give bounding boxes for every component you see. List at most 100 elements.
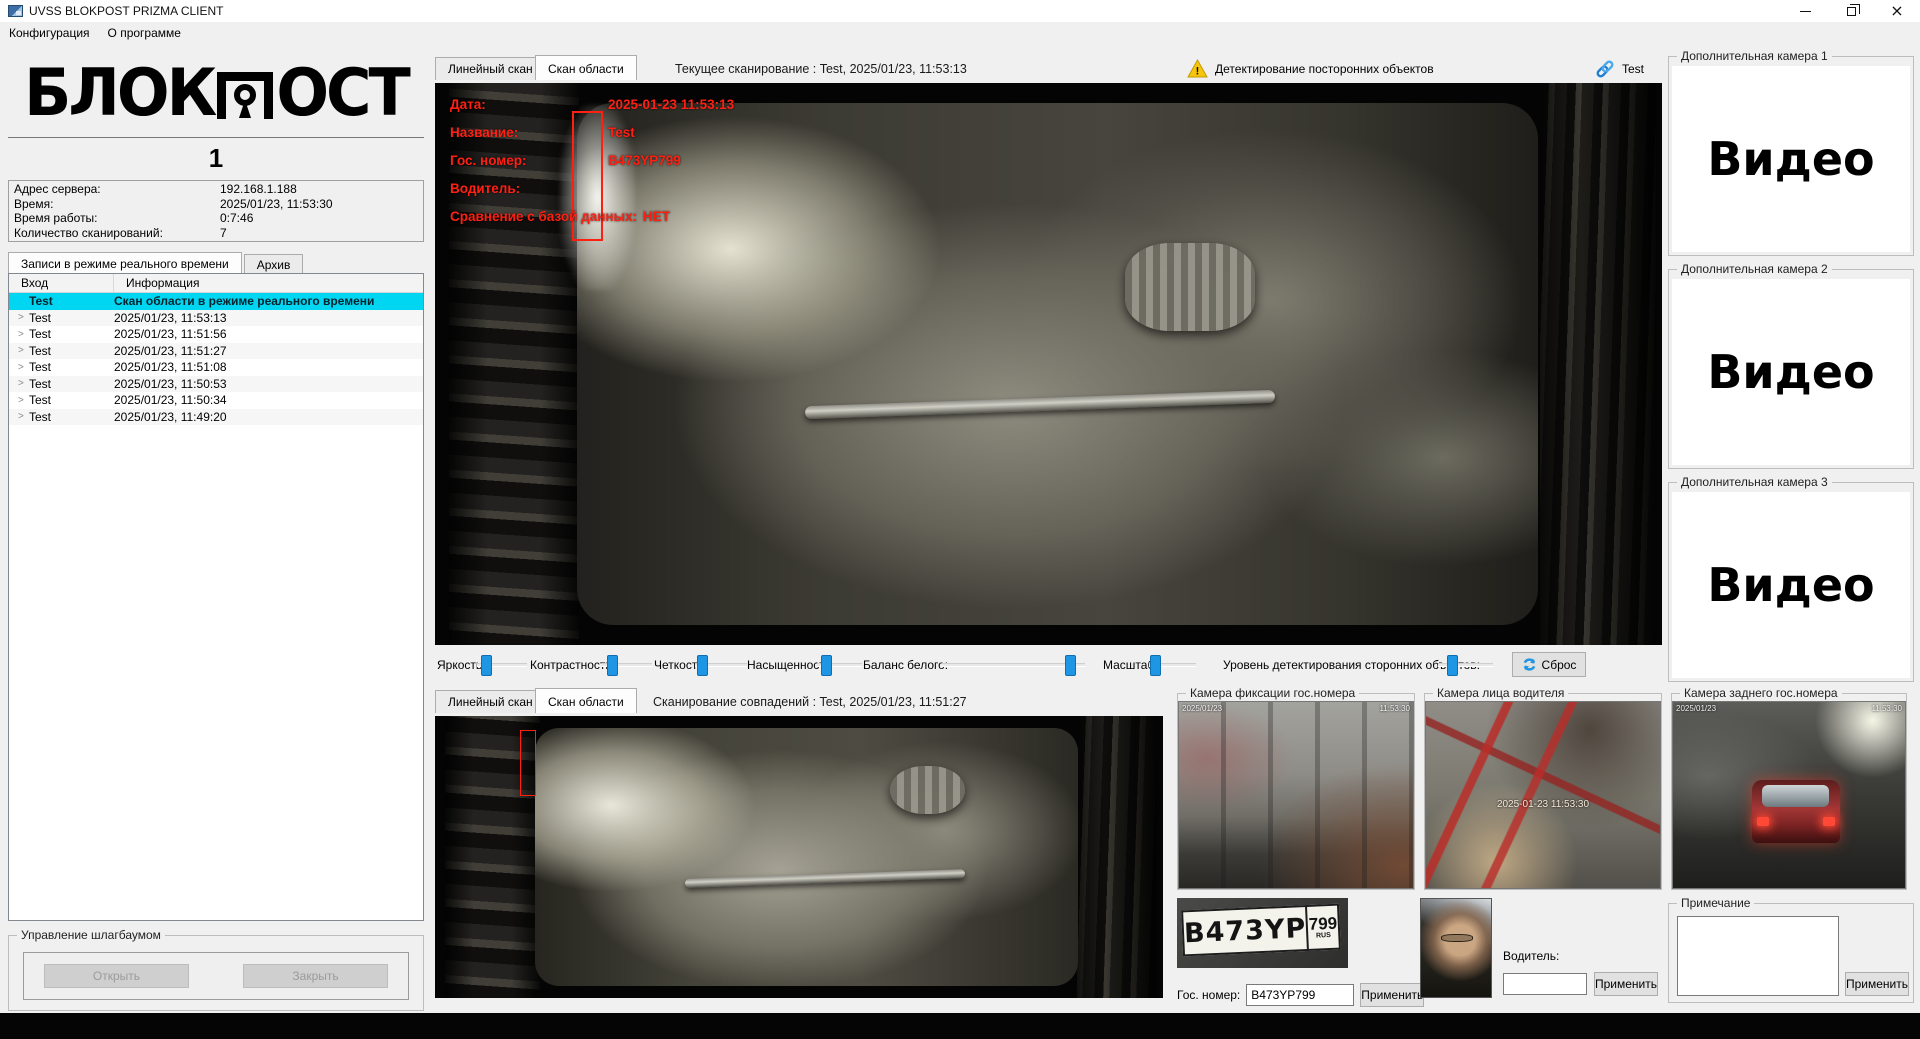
- server-info-box: Адрес сервера:192.168.1.188 Время:2025/0…: [8, 180, 424, 242]
- table-row[interactable]: Test 2025/01/23, 11:51:08: [9, 359, 423, 376]
- aux-camera-1-title: Дополнительная камера 1: [1677, 49, 1832, 63]
- match-detection-rectangle: [520, 730, 536, 796]
- close-button[interactable]: ×: [1874, 0, 1920, 22]
- scan-count-label: Количество сканирований:: [14, 226, 220, 241]
- logo-text-right: ОСТ: [276, 60, 408, 125]
- rear-cam-timestamp-right: 11:53:30: [1871, 704, 1902, 713]
- note-title: Примечание: [1677, 896, 1754, 910]
- warning-label: Детектирование посторонних объектов: [1215, 62, 1434, 76]
- saturation-slider-thumb[interactable]: [821, 655, 832, 676]
- expand-chevron-icon[interactable]: [9, 345, 29, 356]
- table-row[interactable]: Test 2025/01/23, 11:53:13: [9, 310, 423, 327]
- brightness-slider-thumb[interactable]: [481, 655, 492, 676]
- tab-area-scan[interactable]: Скан области: [535, 55, 637, 80]
- note-textarea[interactable]: [1677, 916, 1839, 996]
- restore-icon: [1847, 7, 1856, 16]
- expand-chevron-icon[interactable]: [9, 411, 29, 422]
- white-balance-slider[interactable]: [942, 663, 1085, 667]
- logo-text-left: БЛОК: [24, 60, 214, 125]
- barrier-close-button[interactable]: Закрыть: [243, 964, 388, 988]
- plate-camera-group: Камера фиксации гос.номера 2025/01/23 11…: [1177, 693, 1415, 890]
- rear-camera-group: Камера заднего гос.номера 2025/01/23 11:…: [1671, 693, 1907, 890]
- menu-bar: Конфигурация О программе: [0, 22, 1920, 44]
- plate-number-text: B473YP: [1183, 907, 1307, 954]
- expand-chevron-icon[interactable]: [9, 312, 29, 323]
- aux-camera-2-group: Дополнительная камера 2 Видео: [1668, 269, 1914, 469]
- driver-input-label: Водитель:: [1503, 949, 1559, 963]
- plate-camera-feed: 2025/01/23 11:53:30: [1178, 701, 1414, 889]
- tab-realtime-records[interactable]: Записи в режиме реального времени: [8, 252, 242, 273]
- scale-slider-thumb[interactable]: [1150, 655, 1161, 676]
- face-cam-timestamp: 2025-01-23 11:53:30: [1497, 799, 1589, 810]
- white-balance-slider-thumb[interactable]: [1065, 655, 1076, 676]
- detection-level-slider[interactable]: [1438, 663, 1493, 667]
- restore-button[interactable]: [1828, 0, 1874, 22]
- scan-counter: 1: [8, 138, 424, 180]
- plate-country-text: RUS: [1316, 932, 1331, 940]
- driver-glasses: [1441, 934, 1473, 942]
- aux-camera-3-group: Дополнительная камера 3 Видео: [1668, 482, 1914, 682]
- plate-camera-title: Камера фиксации гос.номера: [1186, 686, 1359, 700]
- menu-configuration[interactable]: Конфигурация: [0, 23, 99, 43]
- plate-apply-button[interactable]: Применить: [1360, 983, 1424, 1007]
- plate-region-text: 799: [1308, 915, 1337, 933]
- logo-keyhole-glyph: [217, 72, 273, 119]
- column-header-input[interactable]: Вход: [9, 274, 114, 292]
- svg-text:!: !: [1196, 66, 1200, 78]
- table-row[interactable]: Test 2025/01/23, 11:50:53: [9, 376, 423, 393]
- aux-camera-1-group: Дополнительная камера 1 Видео: [1668, 56, 1914, 256]
- blokpost-logo: БЛОК ОСТ: [8, 48, 424, 138]
- match-tab-linear-scan[interactable]: Линейный скан: [435, 690, 546, 713]
- match-scan-view[interactable]: [435, 716, 1163, 998]
- expand-chevron-icon[interactable]: [9, 362, 29, 373]
- saturation-slider[interactable]: [817, 663, 862, 667]
- expand-chevron-icon[interactable]: [9, 395, 29, 406]
- sharpness-slider-thumb[interactable]: [697, 655, 708, 676]
- aux-camera-2-title: Дополнительная камера 2: [1677, 262, 1832, 276]
- column-header-info[interactable]: Информация: [114, 276, 423, 290]
- rear-cam-timestamp-left: 2025/01/23: [1676, 704, 1716, 713]
- brightness-slider[interactable]: [477, 663, 527, 667]
- barrier-open-button[interactable]: Открыть: [44, 964, 189, 988]
- reset-button[interactable]: Сброс: [1512, 652, 1586, 677]
- sharpness-slider[interactable]: [695, 663, 747, 667]
- plate-input[interactable]: [1246, 984, 1354, 1006]
- minimize-button[interactable]: [1782, 0, 1828, 22]
- contrast-slider-thumb[interactable]: [607, 655, 618, 676]
- foreign-object-warning: ! Детектирование посторонних объектов: [1187, 59, 1434, 78]
- video-placeholder-text: Видео: [1707, 345, 1874, 399]
- plate-snapshot: B473YP 799 RUS: [1177, 898, 1348, 968]
- reset-icon: [1522, 657, 1537, 672]
- table-row[interactable]: Test Скан области в режиме реального вре…: [9, 293, 423, 310]
- table-row[interactable]: Test 2025/01/23, 11:51:27: [9, 343, 423, 360]
- close-icon: ×: [1890, 3, 1903, 19]
- note-apply-button[interactable]: Применить: [1845, 972, 1909, 996]
- overlay-compare-line: Сравнение с базой данных:НЕТ: [450, 209, 670, 224]
- overlay-name-line: Название:Test: [450, 125, 518, 140]
- plate-input-label: Гос. номер:: [1177, 988, 1240, 1002]
- scale-slider[interactable]: [1149, 663, 1196, 667]
- rear-camera-image: 2025/01/23 11:53:30: [1673, 702, 1905, 888]
- tab-linear-scan[interactable]: Линейный скан: [435, 57, 546, 80]
- table-row[interactable]: Test 2025/01/23, 11:50:34: [9, 392, 423, 409]
- tab-archive[interactable]: Архив: [244, 254, 304, 273]
- uptime-label: Время работы:: [14, 211, 220, 226]
- server-time-label: Время:: [14, 197, 220, 212]
- driver-input[interactable]: [1503, 973, 1587, 995]
- contrast-slider[interactable]: [602, 663, 652, 667]
- expand-chevron-icon[interactable]: [9, 329, 29, 340]
- table-row[interactable]: Test 2025/01/23, 11:49:20: [9, 409, 423, 426]
- face-camera-group: Камера лица водителя 2025-01-23 11:53:30: [1424, 693, 1662, 890]
- detection-level-slider-thumb[interactable]: [1447, 655, 1458, 676]
- app-icon: [8, 5, 23, 17]
- warning-icon: !: [1187, 59, 1208, 78]
- table-row[interactable]: Test 2025/01/23, 11:51:56: [9, 326, 423, 343]
- expand-chevron-icon[interactable]: [9, 378, 29, 389]
- face-camera-image: 2025-01-23 11:53:30: [1426, 702, 1660, 888]
- driver-apply-button[interactable]: Применить: [1594, 972, 1658, 996]
- main-scan-view[interactable]: Дата:2025-01-23 11:53:13 Название:Test Г…: [435, 83, 1662, 645]
- menu-about[interactable]: О программе: [99, 23, 190, 43]
- match-tab-area-scan[interactable]: Скан области: [535, 688, 637, 713]
- aux-camera-panel: Дополнительная камера 1 Видео Дополнител…: [1668, 56, 1914, 695]
- license-plate-image: B473YP 799 RUS: [1181, 904, 1341, 957]
